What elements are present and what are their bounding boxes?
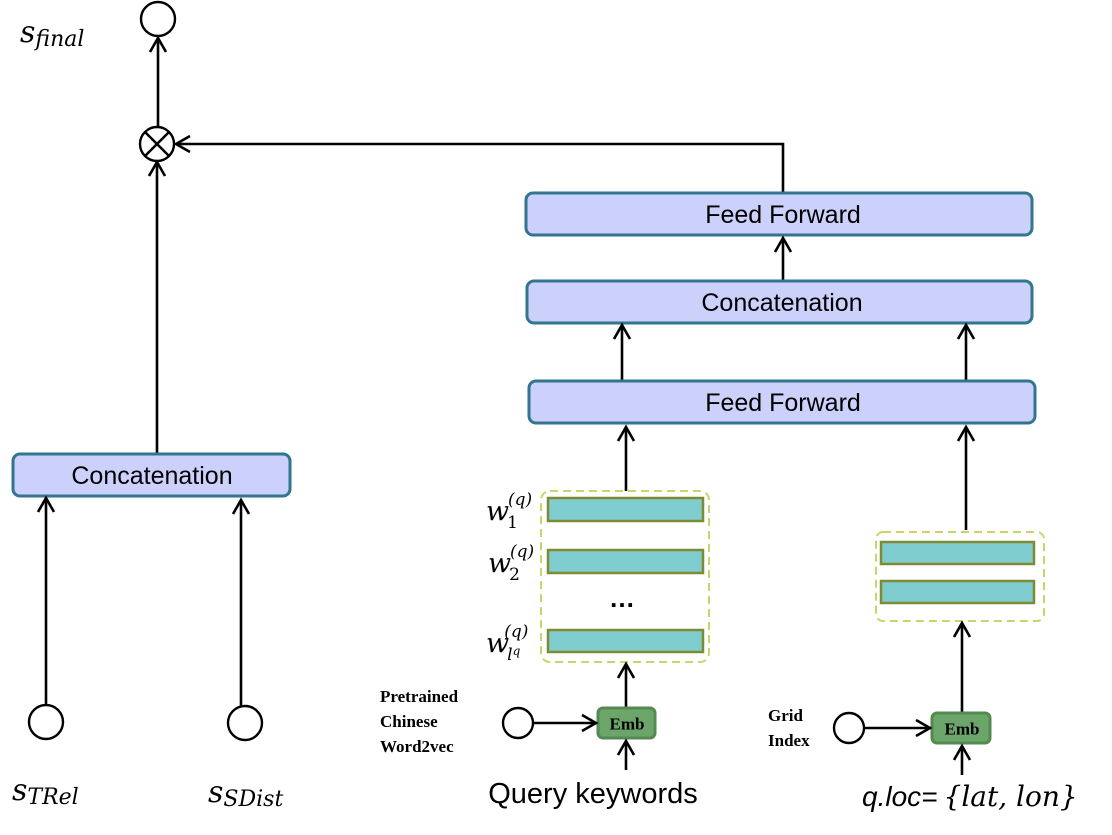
output-label: sfinal [20,15,84,52]
word-vector-1 [546,496,705,523]
location-input-label: q.loc= {lat, lon} [862,780,1078,813]
word-label-1: w1(q) [486,490,532,533]
right-concatenation-box: Concatenation [525,279,1034,325]
svg-text:Emb: Emb [945,720,980,739]
strel-label: sTRel [12,773,79,810]
query-keywords-label: Query keywords [488,778,698,810]
svg-text:Concatenation: Concatenation [71,462,232,490]
svg-text:Feed Forward: Feed Forward [705,201,861,229]
top-feed-forward-box: Feed Forward [524,191,1034,237]
query-emb-box: Emb [596,706,657,740]
location-emb-box: Emb [930,711,992,745]
word-vector-last [546,628,705,654]
ellipsis: … [609,583,635,613]
arrow-feedforward-to-multiply [176,142,785,193]
grid-label-line-1: Grid [768,706,803,725]
grid-index-node [832,711,866,745]
location-vector-2 [879,579,1036,605]
word2vec-label-line-1: Pretrained [380,687,459,706]
location-vector-1 [879,540,1036,566]
left-concatenation-box: Concatenation [11,452,292,498]
ssdist-label: sSDist [208,775,283,812]
multiply-node [138,125,176,163]
bottom-feed-forward-box: Feed Forward [527,379,1037,425]
word2vec-label-line-2: Chinese [380,712,438,731]
output-node [139,0,177,38]
svg-text:Feed Forward: Feed Forward [705,389,861,417]
word2vec-node [501,706,535,740]
word-label-2: w2(q) [488,542,534,585]
word2vec-label-line-3: Word2vec [380,737,454,756]
grid-label-line-2: Index [768,731,810,750]
svg-text:Concatenation: Concatenation [701,289,862,317]
word-vector-2 [546,548,705,575]
strel-input-node [27,703,65,741]
svg-text:Emb: Emb [610,715,645,734]
ssdist-input-node [226,704,264,742]
model-architecture-diagram: sfinal Concatenation sTRel sSDist Feed F… [11,0,1078,813]
word-label-last: wlq(q) [486,622,528,665]
